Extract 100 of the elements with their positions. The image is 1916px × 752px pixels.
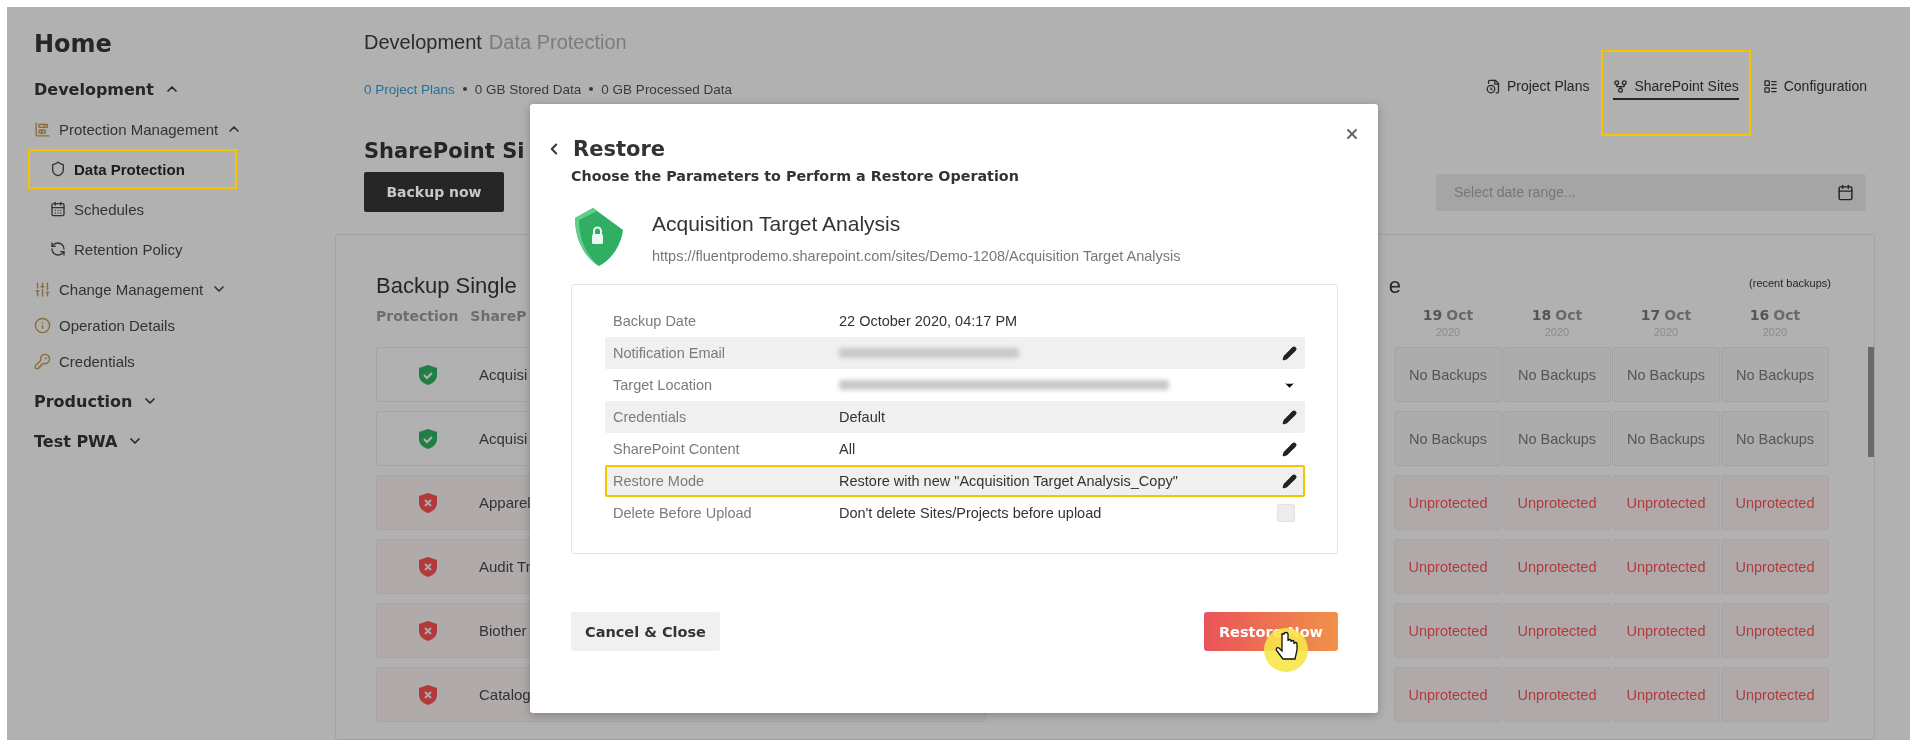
sidebar-item[interactable]: Protection Management [34,113,243,145]
parameter-value: Don't delete Sites/Projects before upload [839,505,1103,521]
scrollbar[interactable] [1868,347,1874,457]
nav-tab[interactable]: Project Plans [1485,78,1590,100]
shield-check-icon [419,428,437,449]
backup-cell[interactable]: No Backups [1503,411,1611,466]
site-url: https://fluentprodemo.sharepoint.com/sites/Demo-1208/Acquisition Target Analysis [652,248,1181,264]
stat-text: 0 GB Stored Data [474,81,582,97]
stat-text: 0 GB Processed Data [601,81,732,97]
backup-cell[interactable]: Unprotected [1394,475,1502,530]
backup-cell[interactable]: No Backups [1394,347,1502,402]
column-header: Protection [376,308,459,326]
menu-icon [34,352,51,370]
section-title: SharePoint Si [364,138,525,165]
sidebar-item[interactable]: Operation Details [34,309,175,341]
date-month: Oct [1555,307,1583,323]
site-name: Apparel [479,494,531,511]
backup-cell[interactable]: Unprotected [1721,667,1829,722]
shield-x-icon [419,620,437,641]
site-name: Biother [479,622,527,639]
bullet-icon [462,87,467,91]
card-title: Backup Single [376,273,517,299]
backup-cell[interactable]: Unprotected [1503,603,1611,658]
column-header: ShareP [470,308,527,326]
sidebar-item[interactable]: Schedules [50,193,145,225]
parameter-label: Credentials [613,409,688,425]
sidebar-item[interactable]: Credentials [34,345,135,377]
backup-cell[interactable]: No Backups [1721,411,1829,466]
menu-icon [34,120,51,138]
date-day: 19 [1422,307,1443,323]
backup-cell[interactable]: Unprotected [1612,539,1720,594]
backup-cell[interactable]: Unprotected [1394,603,1502,658]
date-day: 16 [1749,307,1770,323]
parameter-label: Backup Date [613,313,698,329]
parameter-label: Delete Before Upload [613,505,753,521]
backup-cell[interactable]: Unprotected [1394,539,1502,594]
parameter-value: 22 October 2020, 04:17 PM [839,313,1019,329]
nav-tab[interactable]: Configuration [1762,78,1867,100]
parameter-value: Restore with new "Acquisition Target Analysis_Copy" [839,473,1179,489]
backup-cell[interactable]: Unprotected [1721,539,1829,594]
backup-cell[interactable]: No Backups [1612,347,1720,402]
backup-cell[interactable]: Unprotected [1612,475,1720,530]
checkbox[interactable] [1277,504,1295,522]
sidebar-group[interactable]: Development [34,69,335,109]
parameter-label: SharePoint Content [613,441,741,457]
date-day: 17 [1640,307,1661,323]
bullet-icon [589,87,594,91]
backup-cell[interactable]: No Backups [1612,411,1720,466]
tab-icon [1613,78,1629,94]
shield-check-icon [419,364,437,385]
menu-icon [50,201,66,217]
edit-icon[interactable] [1282,473,1297,489]
shield-x-icon [419,684,437,705]
site-title: Acquisition Target Analysis [652,212,902,236]
edit-icon[interactable] [1282,345,1297,361]
backup-cell[interactable]: No Backups [1721,347,1829,402]
sidebar-item[interactable]: Change Management [34,273,228,305]
shield-x-icon [419,492,437,513]
recent-backups-note: (recent backups) [1749,277,1831,289]
backup-cell[interactable]: Unprotected [1503,475,1611,530]
backup-cell[interactable]: Unprotected [1612,667,1720,722]
parameter-label: Target Location [613,377,714,393]
backup-cell[interactable]: Unprotected [1394,667,1502,722]
tab-icon [1762,78,1778,94]
dialog-title: Restore [573,137,665,161]
date-month: Oct [1773,307,1801,323]
backup-cell[interactable]: Unprotected [1612,603,1720,658]
edit-icon[interactable] [1282,409,1297,425]
date-month: Oct [1446,307,1474,323]
card-title: e [1388,273,1401,299]
backup-cell[interactable]: Unprotected [1503,539,1611,594]
date-month: Oct [1664,307,1692,323]
calendar-icon[interactable] [1837,183,1854,201]
sidebar-group[interactable]: Test PWA [34,421,335,461]
tab-icon [1485,78,1501,94]
site-name: Acquisi [479,366,528,383]
parameter-value: All [839,441,857,457]
stat-link[interactable]: 0 Project Plans [364,81,455,97]
menu-icon [34,316,51,334]
edit-icon[interactable] [1282,441,1297,457]
site-name: Catalog [479,686,531,703]
backup-cell[interactable]: No Backups [1394,411,1502,466]
parameter-label: Restore Mode [613,473,706,489]
shield-x-icon [419,556,437,577]
sidebar-group[interactable]: Production [34,381,335,421]
menu-icon [50,241,66,257]
backup-now-button[interactable]: Backup now [364,172,504,212]
menu-icon [34,280,51,298]
home-heading[interactable]: Home [34,29,335,59]
menu-icon [50,161,66,177]
sidebar-item[interactable]: Data Protection [50,153,185,185]
close-icon [1344,126,1360,142]
cancel-button[interactable]: Cancel & Close [571,612,720,651]
backup-cell[interactable]: Unprotected [1503,667,1611,722]
backup-cell[interactable]: No Backups [1503,347,1611,402]
date-day: 18 [1531,307,1552,323]
backup-cell[interactable]: Unprotected [1721,475,1829,530]
sidebar-item[interactable]: Retention Policy [50,233,183,265]
nav-tab[interactable]: SharePoint Sites [1613,78,1739,100]
backup-cell[interactable]: Unprotected [1721,603,1829,658]
